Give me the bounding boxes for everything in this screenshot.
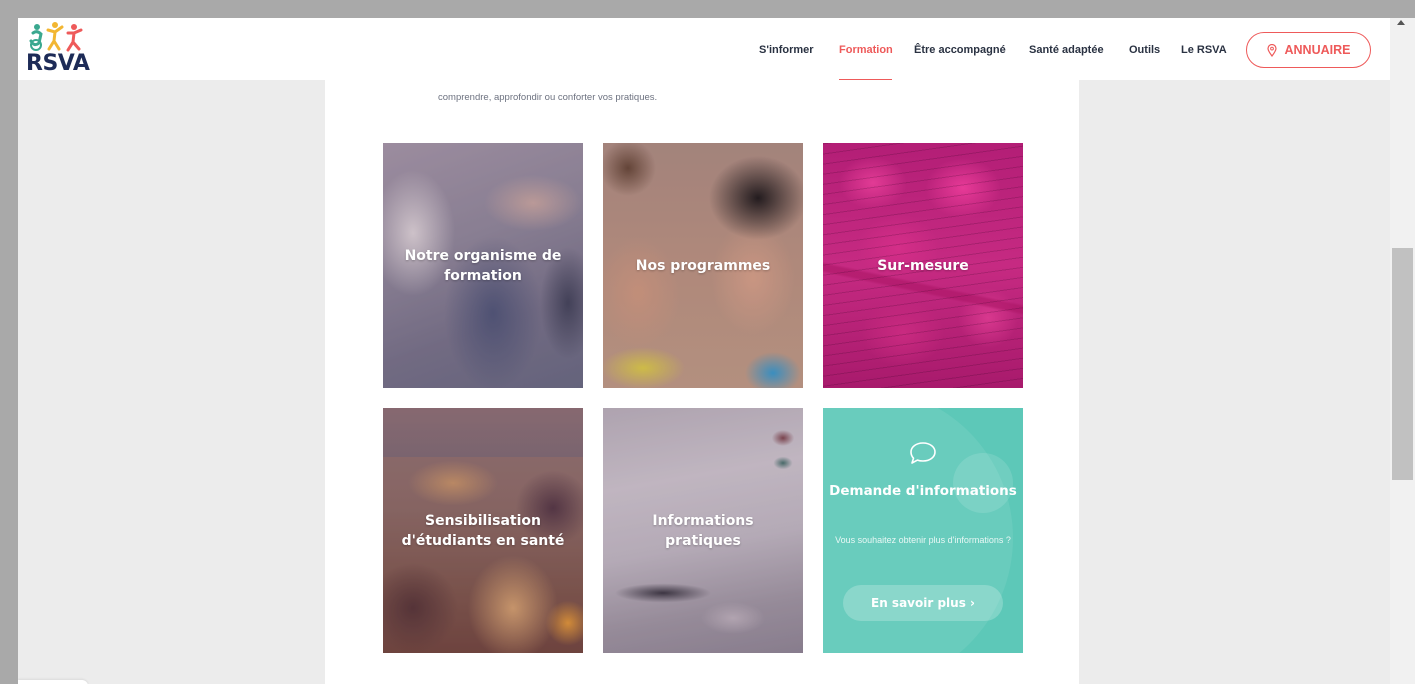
nav-item-etre-accompagne[interactable]: Être accompagné [914,44,1006,56]
nav-item-formation[interactable]: Formation [839,44,893,56]
en-savoir-plus-button[interactable]: En savoir plus › [843,585,1003,621]
vertical-scrollbar[interactable] [1390,18,1415,684]
browser-viewport: RSVA S'informer Formation Être accompagn… [18,18,1390,684]
tile-label: Nos programmes [635,257,771,274]
tile-organisme-formation[interactable]: Notre organisme de formation [383,143,583,388]
tile-nos-programmes[interactable]: Nos programmes [603,143,803,388]
tile-informations-pratiques[interactable]: Informations pratiques [603,408,803,653]
main-content: comprendre, approfondir ou conforter vos… [325,80,1079,684]
tile-sur-mesure[interactable]: Sur-mesure [823,143,1023,388]
site-header: RSVA S'informer Formation Être accompagn… [18,18,1390,81]
scroll-thumb[interactable] [1392,248,1413,480]
intro-text: comprendre, approfondir ou conforter vos… [438,92,658,103]
nav-item-outils[interactable]: Outils [1129,44,1160,56]
tile-label: Notre organisme de formation [404,247,562,284]
scroll-up-arrow-icon[interactable] [1397,20,1405,25]
bottom-widget-tab[interactable] [18,680,88,684]
nav-item-le-rsva[interactable]: Le RSVA [1181,44,1227,56]
main-nav: S'informer Formation Être accompagné San… [18,18,1390,81]
nav-item-sante-adaptee[interactable]: Santé adaptée [1029,44,1104,56]
tile-label: Sur-mesure [877,257,969,274]
annuaire-label: ANNUAIRE [1284,43,1351,57]
chat-bubble-icon [910,442,936,464]
tile-label: Informations pratiques [652,512,754,549]
tile-sensibilisation-etudiants[interactable]: Sensibilisation d'étudiants en santé [383,408,583,653]
info-card-text: Vous souhaitez obtenir plus d'informatio… [835,535,1011,545]
annuaire-button[interactable]: ANNUAIRE [1246,32,1371,68]
nav-item-sinformer[interactable]: S'informer [759,44,814,56]
info-card-title: Demande d'informations [829,483,1017,499]
map-pin-icon [1266,43,1277,57]
info-request-card: Demande d'informations Vous souhaitez ob… [823,408,1023,653]
tile-label: Sensibilisation d'étudiants en santé [401,512,565,549]
